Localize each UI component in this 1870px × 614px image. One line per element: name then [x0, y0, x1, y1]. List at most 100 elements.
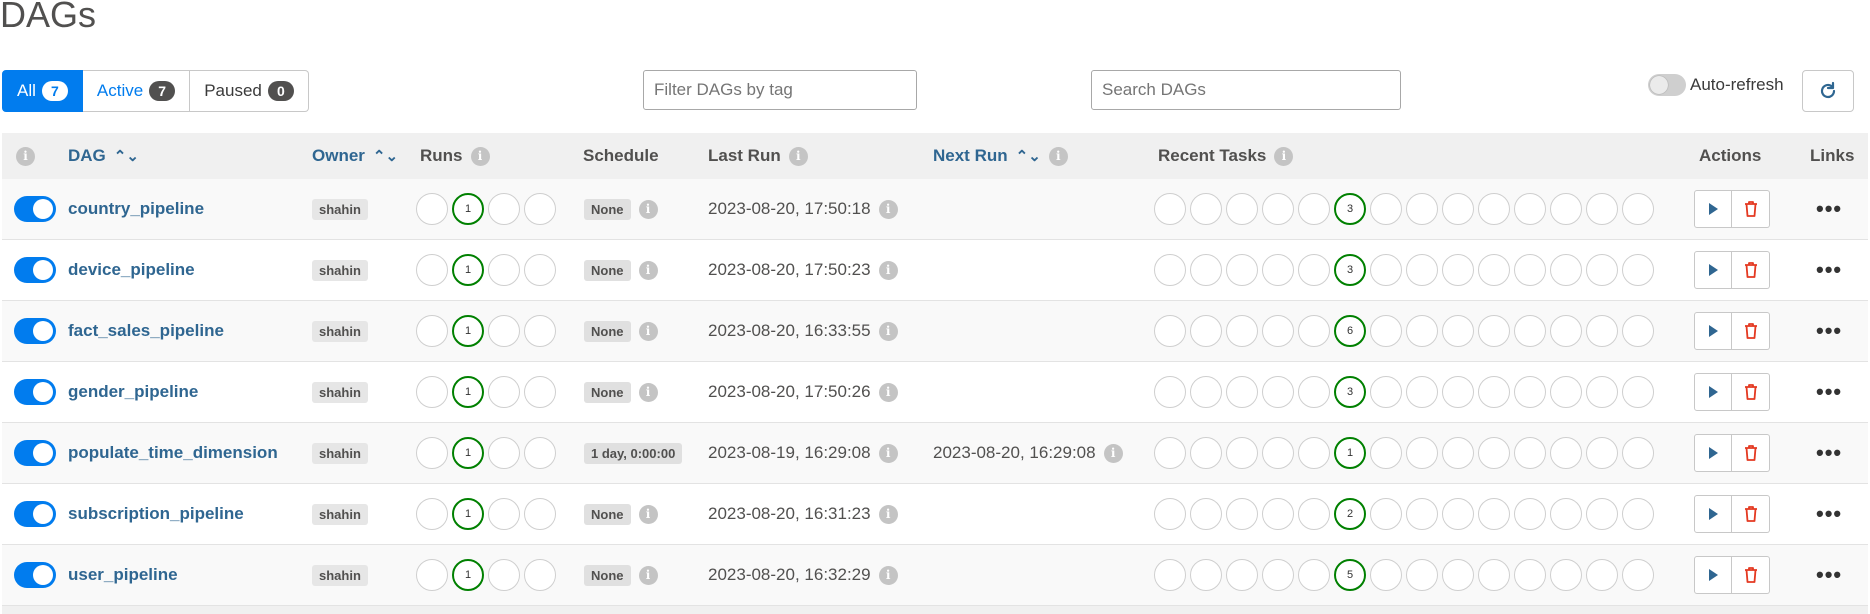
task-state-circle[interactable]	[1514, 254, 1546, 286]
delete-dag-button[interactable]	[1732, 495, 1770, 533]
task-state-circle[interactable]	[1442, 437, 1474, 469]
task-state-circle[interactable]	[1226, 559, 1258, 591]
task-state-circle[interactable]	[1226, 376, 1258, 408]
task-state-circle[interactable]	[1550, 315, 1582, 347]
task-state-circle[interactable]	[1586, 376, 1618, 408]
task-state-circle[interactable]	[1622, 559, 1654, 591]
delete-dag-button[interactable]	[1732, 373, 1770, 411]
task-state-circle[interactable]	[1622, 498, 1654, 530]
run-success-circle[interactable]: 1	[452, 254, 484, 286]
task-state-circle[interactable]	[1298, 376, 1330, 408]
task-success-circle[interactable]: 6	[1334, 315, 1366, 347]
task-state-circle[interactable]	[1298, 193, 1330, 225]
task-state-circle[interactable]	[1226, 315, 1258, 347]
task-state-circle[interactable]	[1550, 376, 1582, 408]
dag-pause-toggle[interactable]	[14, 440, 56, 466]
run-state-circle[interactable]	[416, 193, 448, 225]
delete-dag-button[interactable]	[1732, 312, 1770, 350]
task-state-circle[interactable]	[1478, 437, 1510, 469]
task-state-circle[interactable]	[1190, 437, 1222, 469]
task-state-circle[interactable]	[1298, 315, 1330, 347]
delete-dag-button[interactable]	[1732, 190, 1770, 228]
dag-pause-toggle[interactable]	[14, 379, 56, 405]
task-state-circle[interactable]	[1442, 498, 1474, 530]
run-success-circle[interactable]: 1	[452, 376, 484, 408]
header-dag[interactable]: DAG ⌃⌄	[68, 133, 139, 179]
task-state-circle[interactable]	[1370, 437, 1402, 469]
task-state-circle[interactable]	[1442, 193, 1474, 225]
more-links-button[interactable]: •••	[1816, 257, 1842, 283]
task-state-circle[interactable]	[1370, 315, 1402, 347]
delete-dag-button[interactable]	[1732, 556, 1770, 594]
task-state-circle[interactable]	[1190, 193, 1222, 225]
task-state-circle[interactable]	[1226, 193, 1258, 225]
run-state-circle[interactable]	[416, 315, 448, 347]
run-state-circle[interactable]	[524, 559, 556, 591]
trigger-dag-button[interactable]	[1694, 373, 1732, 411]
more-links-button[interactable]: •••	[1816, 379, 1842, 405]
run-state-circle[interactable]	[416, 498, 448, 530]
last-run-value[interactable]: 2023-08-20, 16:31:23	[708, 504, 871, 524]
task-state-circle[interactable]	[1478, 498, 1510, 530]
task-state-circle[interactable]	[1298, 437, 1330, 469]
tag-filter-input[interactable]	[643, 70, 917, 110]
task-state-circle[interactable]	[1550, 193, 1582, 225]
task-state-circle[interactable]	[1622, 315, 1654, 347]
more-links-button[interactable]: •••	[1816, 318, 1842, 344]
task-state-circle[interactable]	[1514, 193, 1546, 225]
run-state-circle[interactable]	[524, 193, 556, 225]
task-state-circle[interactable]	[1478, 559, 1510, 591]
dag-name-link[interactable]: country_pipeline	[68, 199, 204, 219]
run-state-circle[interactable]	[416, 254, 448, 286]
tab-active[interactable]: Active 7	[82, 70, 191, 112]
run-success-circle[interactable]: 1	[452, 315, 484, 347]
task-state-circle[interactable]	[1514, 315, 1546, 347]
task-state-circle[interactable]	[1154, 254, 1186, 286]
task-state-circle[interactable]	[1226, 254, 1258, 286]
run-state-circle[interactable]	[524, 437, 556, 469]
last-run-value[interactable]: 2023-08-20, 17:50:26	[708, 382, 871, 402]
last-run-value[interactable]: 2023-08-20, 17:50:23	[708, 260, 871, 280]
task-state-circle[interactable]	[1370, 376, 1402, 408]
task-state-circle[interactable]	[1478, 315, 1510, 347]
task-state-circle[interactable]	[1298, 498, 1330, 530]
last-run-value[interactable]: 2023-08-20, 16:32:29	[708, 565, 871, 585]
run-state-circle[interactable]	[488, 376, 520, 408]
task-state-circle[interactable]	[1190, 559, 1222, 591]
task-state-circle[interactable]	[1298, 254, 1330, 286]
search-dags-input[interactable]	[1091, 70, 1401, 110]
last-run-value[interactable]: 2023-08-20, 16:33:55	[708, 321, 871, 341]
delete-dag-button[interactable]	[1732, 251, 1770, 289]
trigger-dag-button[interactable]	[1694, 312, 1732, 350]
task-state-circle[interactable]	[1406, 498, 1438, 530]
task-state-circle[interactable]	[1154, 559, 1186, 591]
task-state-circle[interactable]	[1226, 498, 1258, 530]
task-state-circle[interactable]	[1442, 559, 1474, 591]
task-state-circle[interactable]	[1190, 376, 1222, 408]
run-state-circle[interactable]	[524, 254, 556, 286]
task-state-circle[interactable]	[1622, 193, 1654, 225]
task-state-circle[interactable]	[1370, 193, 1402, 225]
dag-name-link[interactable]: fact_sales_pipeline	[68, 321, 224, 341]
task-state-circle[interactable]	[1226, 437, 1258, 469]
tab-all[interactable]: All 7	[2, 70, 83, 112]
task-state-circle[interactable]	[1190, 315, 1222, 347]
task-state-circle[interactable]	[1406, 315, 1438, 347]
task-state-circle[interactable]	[1406, 376, 1438, 408]
task-state-circle[interactable]	[1262, 315, 1294, 347]
task-success-circle[interactable]: 1	[1334, 437, 1366, 469]
run-state-circle[interactable]	[524, 376, 556, 408]
task-state-circle[interactable]	[1262, 254, 1294, 286]
run-state-circle[interactable]	[488, 498, 520, 530]
task-state-circle[interactable]	[1550, 498, 1582, 530]
task-state-circle[interactable]	[1370, 254, 1402, 286]
dag-name-link[interactable]: populate_time_dimension	[68, 443, 278, 463]
run-success-circle[interactable]: 1	[452, 193, 484, 225]
task-state-circle[interactable]	[1622, 254, 1654, 286]
refresh-button[interactable]	[1802, 70, 1854, 112]
task-success-circle[interactable]: 3	[1334, 376, 1366, 408]
auto-refresh-toggle[interactable]	[1648, 74, 1686, 96]
task-state-circle[interactable]	[1370, 498, 1402, 530]
dag-pause-toggle[interactable]	[14, 501, 56, 527]
run-state-circle[interactable]	[488, 315, 520, 347]
